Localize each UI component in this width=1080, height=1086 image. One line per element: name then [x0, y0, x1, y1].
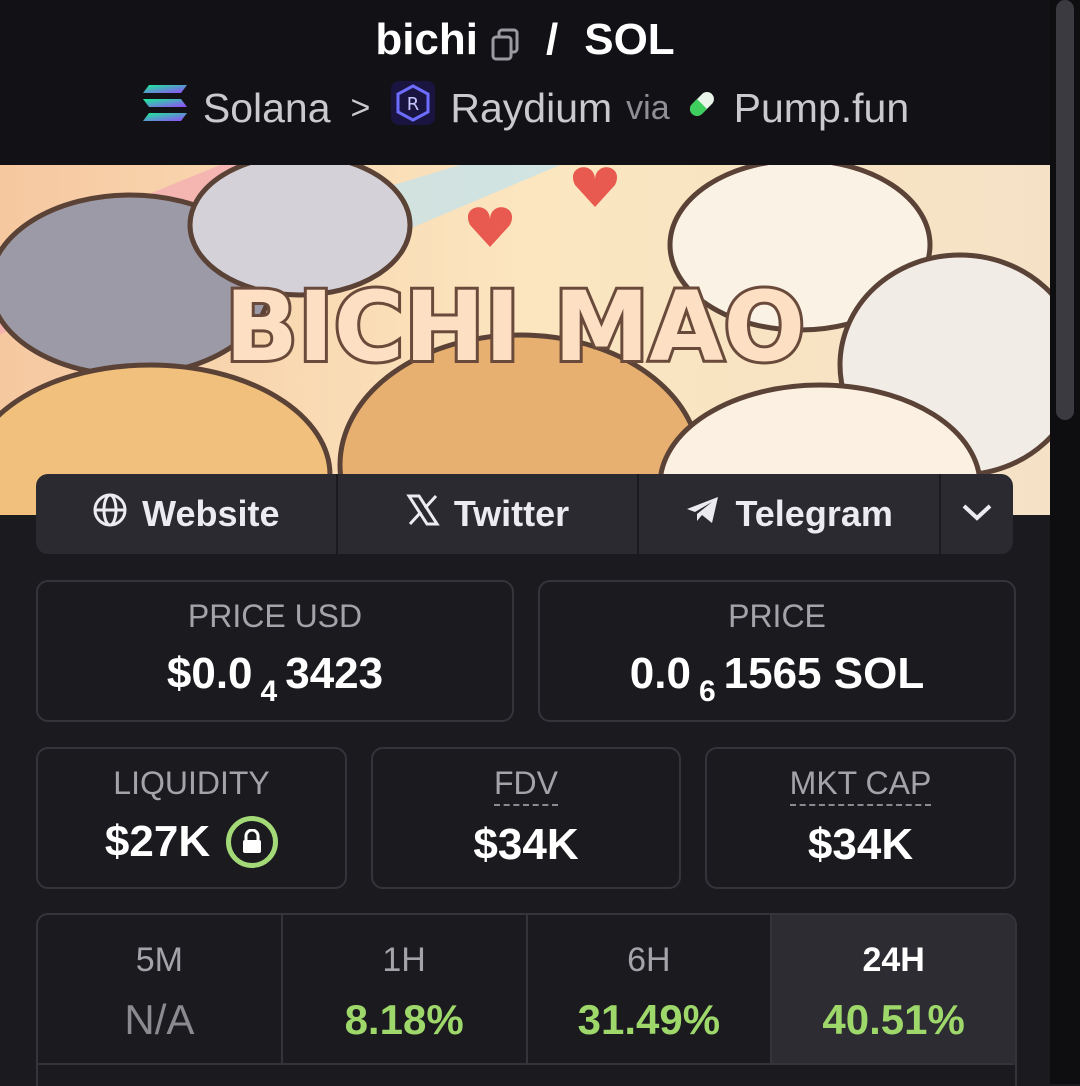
price-usd-prefix: $0.0: [166, 649, 253, 698]
x-logo-icon: [406, 493, 440, 536]
token-banner: BICHI MAO: [0, 165, 1050, 515]
tab-24h[interactable]: 24H 40.51%: [772, 915, 1015, 1065]
website-button[interactable]: Website: [36, 474, 338, 554]
period-change: 8.18%: [344, 996, 464, 1043]
tab-1h[interactable]: 1H 8.18%: [283, 915, 528, 1065]
launchpad-name[interactable]: Pump.fun: [734, 85, 910, 132]
fdv-card[interactable]: FDV $34K: [371, 747, 681, 889]
liquidity-value-row: $27K: [104, 816, 279, 868]
twitter-label: Twitter: [453, 493, 570, 534]
period-label: 1H: [382, 941, 426, 979]
tab-6h[interactable]: 6H 31.49%: [528, 915, 773, 1065]
pill-icon: [684, 85, 720, 132]
telegram-icon: [685, 493, 721, 535]
liquidity-card: LIQUIDITY $27K: [36, 747, 347, 889]
liquidity-label: LIQUIDITY: [113, 765, 270, 801]
social-links: Website Twitter Telegram: [36, 474, 1013, 554]
price-change-tabs: 5M N/A 1H 8.18% 6H 31.49% 24H 40.51%: [36, 913, 1017, 1086]
chevron-down-icon: [961, 502, 993, 527]
banner-title: BICHI MAO: [225, 271, 805, 383]
price-usd-value: $0.0 4 3423: [166, 649, 384, 708]
period-change: 31.49%: [577, 996, 721, 1043]
more-links-button[interactable]: [941, 474, 1013, 554]
telegram-label: Telegram: [735, 493, 893, 534]
pair-separator: /: [546, 15, 559, 64]
copy-icon[interactable]: [490, 23, 520, 61]
token-symbol: bichi: [375, 15, 478, 64]
quote-symbol: SOL: [584, 15, 675, 64]
chevron-right-icon: >: [350, 88, 371, 127]
tabs-divider: [36, 1063, 1013, 1065]
period-label: 6H: [627, 941, 671, 979]
price-native-value: 0.0 6 1565 SOL: [629, 649, 925, 708]
price-native-prefix: 0.0: [629, 649, 691, 698]
website-label: Website: [142, 493, 280, 534]
price-native-zero-count: 6: [698, 675, 716, 708]
dex-name[interactable]: Raydium: [450, 85, 612, 132]
price-usd-label: PRICE USD: [187, 598, 363, 634]
twitter-button[interactable]: Twitter: [338, 474, 640, 554]
period-label: 5M: [135, 941, 183, 979]
price-usd-card: PRICE USD $0.0 4 3423: [36, 580, 514, 722]
price-native-card: PRICE 0.0 6 1565 SOL: [538, 580, 1016, 722]
scrollbar[interactable]: [1050, 0, 1080, 1084]
price-usd-digits: 3423: [285, 649, 384, 698]
solana-icon: [141, 83, 189, 133]
raydium-icon: R: [390, 80, 436, 136]
mkt-cap-label: MKT CAP: [789, 765, 932, 806]
fdv-label: FDV: [494, 765, 558, 806]
price-native-digits: 1565 SOL: [723, 649, 925, 698]
period-change: N/A: [124, 996, 195, 1043]
scrollbar-thumb[interactable]: [1056, 0, 1074, 420]
tab-5m[interactable]: 5M N/A: [38, 915, 283, 1065]
telegram-button[interactable]: Telegram: [639, 474, 942, 554]
header: bichi / SOL Solana > R Raydium via Pump.…: [0, 0, 1050, 165]
pair-title: bichi / SOL: [0, 12, 1050, 68]
period-label: 24H: [862, 941, 925, 979]
lock-icon[interactable]: [226, 816, 279, 868]
svg-text:R: R: [407, 94, 420, 115]
globe-icon: [92, 492, 128, 537]
mkt-cap-value: $34K: [807, 820, 914, 869]
price-native-label: PRICE: [728, 598, 826, 634]
fdv-value: $34K: [473, 820, 579, 869]
price-usd-zero-count: 4: [260, 675, 278, 708]
liquidity-value: $27K: [104, 817, 211, 866]
chain-breadcrumb: Solana > R Raydium via Pump.fun: [0, 80, 1050, 136]
via-label: via: [626, 88, 670, 127]
mkt-cap-card[interactable]: MKT CAP $34K: [705, 747, 1016, 889]
chain-name[interactable]: Solana: [203, 85, 331, 132]
period-change: 40.51%: [822, 996, 965, 1043]
